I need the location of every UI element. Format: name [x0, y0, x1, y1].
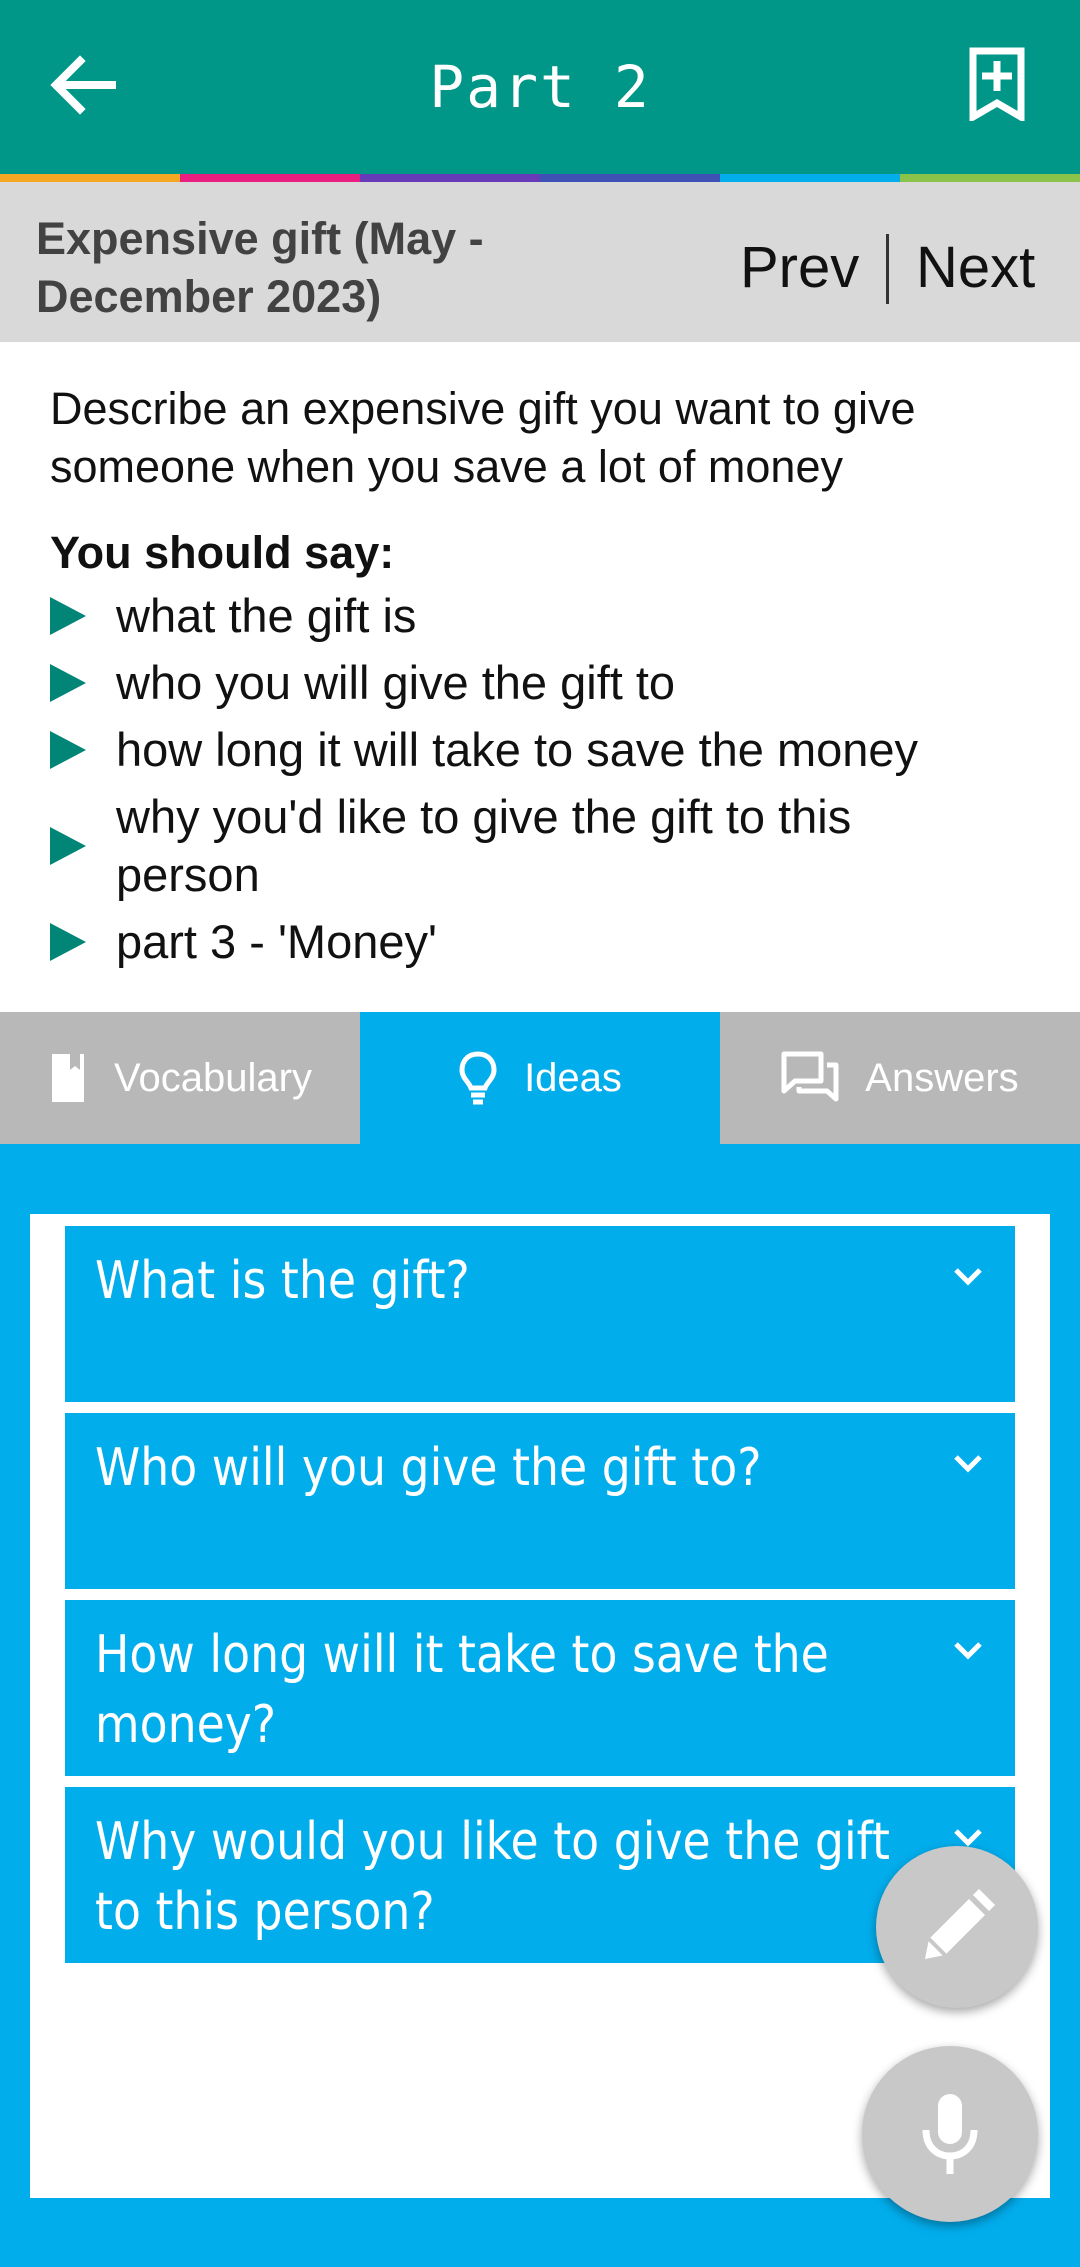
tab-ideas[interactable]: Ideas [360, 1012, 720, 1144]
cue-list: what the gift is who you will give the g… [50, 587, 1050, 980]
accordion-item[interactable]: Why would you like to give the gift to t… [65, 1787, 1015, 1963]
tab-label: Ideas [524, 1055, 622, 1100]
cue-text: why you'd like to give the gift to this … [116, 790, 852, 901]
question-card: Describe an expensive gift you want to g… [0, 342, 1080, 1012]
chevron-down-icon [954, 1642, 982, 1660]
accordion-title-line: Why would you like to give the gift [95, 1812, 890, 1872]
accordion-title: How long will it take to save the money? [95, 1620, 829, 1760]
accordion-item[interactable]: What is the gift? [65, 1226, 1015, 1402]
page-title: Part 2 [429, 53, 651, 121]
should-say-heading: You should say: [50, 527, 395, 578]
stripe-segment [180, 174, 360, 182]
accordion-item[interactable]: How long will it take to save the money? [65, 1600, 1015, 1776]
topic-title-line: Expensive gift (May - [36, 213, 484, 264]
triangle-bullet-icon [50, 597, 86, 635]
triangle-bullet-icon [50, 731, 86, 769]
prev-button[interactable]: Prev [740, 234, 859, 301]
stripe-segment [360, 174, 540, 182]
cue-text: who you will give the gift to [116, 656, 676, 709]
next-button[interactable]: Next [916, 234, 1035, 301]
stripe-segment [720, 174, 900, 182]
accordion-title-line: How long will it take to save the [95, 1625, 829, 1685]
color-stripe [0, 174, 1080, 182]
accordion-item[interactable]: Who will you give the gift to? [65, 1413, 1015, 1589]
chevron-down-icon [954, 1455, 982, 1473]
accordion-title-line: Who will you give the gift to? [95, 1438, 762, 1498]
topic-bar: Expensive gift (May - December 2023) Pre… [0, 182, 1080, 342]
topic-title: Expensive gift (May - December 2023) [36, 210, 596, 326]
book-icon [48, 1052, 88, 1104]
stripe-segment [900, 174, 1080, 182]
accordion-title-line: to this person? [95, 1882, 435, 1942]
triangle-bullet-icon [50, 827, 86, 865]
cue-item: part 3 - 'Money' [50, 913, 1050, 971]
chevron-down-icon [954, 1268, 982, 1286]
accordion-title: Who will you give the gift to? [95, 1433, 825, 1503]
cue-item: how long it will take to save the money [50, 721, 1050, 779]
tab-vocabulary[interactable]: Vocabulary [0, 1012, 360, 1144]
tab-label: Answers [865, 1055, 1019, 1100]
cue-text: part 3 - 'Money' [116, 915, 437, 968]
stripe-segment [0, 174, 180, 182]
edit-fab[interactable] [876, 1846, 1038, 2008]
arrow-back-icon [50, 55, 116, 115]
microphone-icon [922, 2094, 978, 2174]
app-bar: Part 2 [0, 0, 1080, 174]
back-button[interactable] [46, 48, 120, 122]
accordion-title: Why would you like to give the gift to t… [95, 1807, 890, 1947]
question-text: Describe an expensive gift you want to g… [50, 383, 916, 492]
bookmark-add-icon [969, 47, 1025, 121]
tab-bar: Vocabulary Ideas Answers [0, 1012, 1080, 1144]
tab-label: Vocabulary [114, 1055, 312, 1100]
triangle-bullet-icon [50, 923, 86, 961]
triangle-bullet-icon [50, 664, 86, 702]
cue-item: who you will give the gift to [50, 654, 1050, 712]
cue-text: how long it will take to save the money [116, 723, 919, 776]
lightbulb-icon [458, 1050, 498, 1106]
bookmark-add-button[interactable] [960, 44, 1034, 124]
cue-text: what the gift is [116, 589, 417, 642]
cue-item: why you'd like to give the gift to this … [50, 788, 1050, 904]
topic-title-line: December 2023) [36, 271, 382, 322]
tab-answers[interactable]: Answers [720, 1012, 1080, 1144]
accordion-title-line: money? [95, 1695, 277, 1755]
chat-icon [781, 1051, 839, 1105]
microphone-fab[interactable] [862, 2046, 1038, 2222]
nav-divider [886, 234, 889, 304]
accordion-title-line: What is the gift? [95, 1251, 470, 1311]
cue-item: what the gift is [50, 587, 1050, 645]
stripe-segment [540, 174, 720, 182]
ideas-panel: What is the gift? Who will you give the … [30, 1214, 1050, 2198]
pencil-icon [925, 1889, 995, 1959]
accordion-title: What is the gift? [95, 1246, 825, 1316]
